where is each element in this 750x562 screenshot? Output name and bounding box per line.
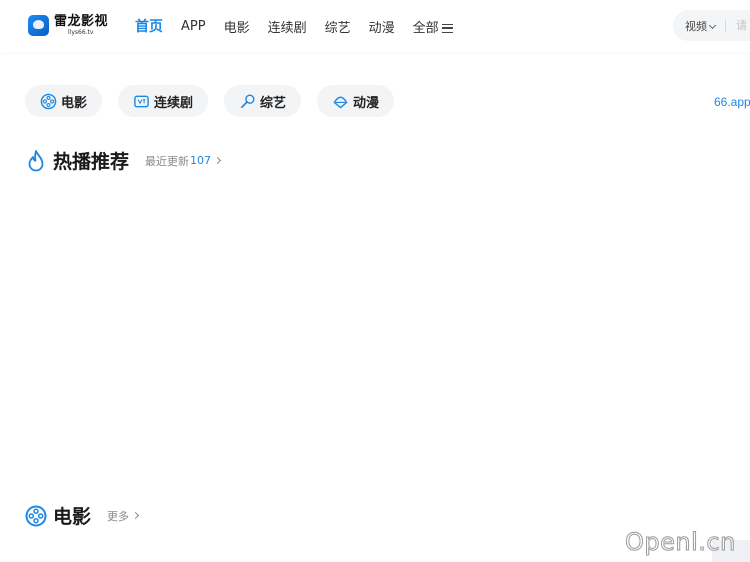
update-count: 107 [190,154,212,167]
category-label: 连续剧 [154,95,194,111]
microphone-icon [241,93,255,108]
category-label: 综艺 [260,95,287,111]
logo-title: 雷龙影视 [54,13,109,29]
more-label: 更多 [107,509,130,523]
top-bar: 雷龙影视 llys66.tv 首页 APP 电影 连续剧 综艺 动漫 全部 视频 [0,0,750,52]
nav-item-movies[interactable]: 电影 [224,17,250,36]
category-pill-movies[interactable]: 电影 [25,85,103,117]
category-label: 动漫 [353,95,380,111]
movie-section-header: 电影 更多 [25,502,140,529]
nav-item-all[interactable]: 全部 [413,17,453,36]
nav-item-series[interactable]: 连续剧 [268,17,307,36]
logo-dragon-icon [28,14,49,36]
nav-item-anime[interactable]: 动漫 [369,17,395,36]
search-type-label: 视频 [685,19,707,33]
fire-icon [28,149,44,171]
watermark: Openl.cn [625,528,736,557]
category-label: 电影 [61,95,88,111]
chevron-right-icon [213,156,222,165]
tv-icon [134,95,149,107]
category-pill-variety[interactable]: 综艺 [224,85,302,117]
nav-item-variety[interactable]: 综艺 [325,17,351,36]
menu-icon [441,23,453,33]
search-bar: 视频 [673,10,750,41]
category-pill-anime[interactable]: 动漫 [317,85,395,117]
nav-item-app[interactable]: APP [181,19,206,34]
more-link[interactable]: 更多 [107,508,140,524]
nav-item-home[interactable]: 首页 [135,16,163,36]
section-title: 电影 [53,506,92,528]
nav-item-all-label: 全部 [412,20,439,36]
category-pills: 电影 连续剧 综艺 动漫 [25,85,410,117]
hot-section-header: 热播推荐 最近更新 107 [25,147,222,174]
main-nav: 首页 APP 电影 连续剧 综艺 动漫 全部 [135,16,471,36]
chevron-down-icon [708,21,717,29]
category-pill-series[interactable]: 连续剧 [118,85,209,117]
chevron-right-icon [131,511,140,520]
film-reel-icon [25,505,47,526]
search-type-select[interactable]: 视频 [685,18,717,34]
site-logo[interactable]: 雷龙影视 llys66.tv [28,13,112,37]
promo-link[interactable]: 66.app [714,95,750,109]
search-input[interactable] [736,19,750,32]
section-title: 热播推荐 [53,151,130,173]
film-reel-icon [40,93,57,109]
anime-icon [333,96,348,108]
search-divider [725,19,726,32]
logo-subtitle: llys66.tv [68,28,94,36]
recent-updates-link[interactable]: 最近更新 107 [145,153,222,169]
recent-updates-label: 最近更新 [145,154,190,168]
